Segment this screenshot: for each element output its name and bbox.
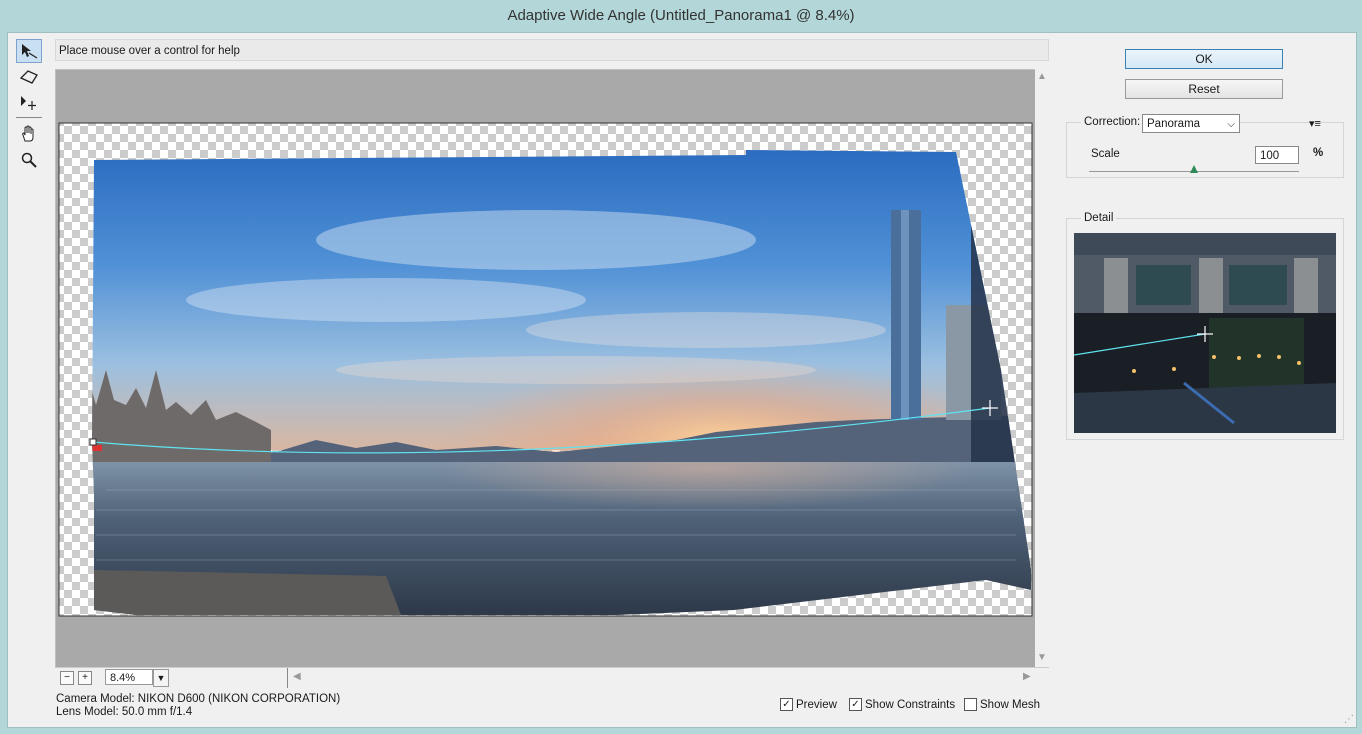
zoom-in-button[interactable]: + bbox=[78, 671, 92, 685]
camera-model: Camera Model: NIKON D600 (NIKON CORPORAT… bbox=[56, 693, 341, 705]
scroll-down-icon[interactable]: ▼ bbox=[1037, 652, 1047, 663]
detail-group: Detail bbox=[1066, 212, 1344, 440]
panorama-preview[interactable] bbox=[56, 70, 1035, 668]
constraint-tool-icon bbox=[22, 44, 38, 59]
constraint-tool[interactable] bbox=[16, 39, 42, 63]
zoom-tool-icon bbox=[21, 152, 37, 168]
toolbar-separator bbox=[16, 117, 42, 118]
preview-checkbox-row[interactable]: ✓ Preview bbox=[780, 698, 837, 711]
move-tool[interactable] bbox=[16, 91, 42, 115]
scale-slider-thumb[interactable] bbox=[1190, 165, 1198, 173]
show-constraints-checkbox-row[interactable]: ✓ Show Constraints bbox=[849, 698, 955, 711]
panel-menu-icon[interactable]: ▾≡ bbox=[1309, 117, 1321, 130]
scroll-right-icon[interactable]: ▶ bbox=[1023, 671, 1031, 682]
polygon-constraint-tool-icon bbox=[19, 70, 38, 84]
scale-field[interactable]: 100 bbox=[1255, 146, 1299, 164]
show-mesh-label: Show Mesh bbox=[980, 698, 1041, 711]
scroll-up-icon[interactable]: ▲ bbox=[1037, 71, 1047, 82]
image-canvas[interactable] bbox=[55, 69, 1036, 669]
correction-label: Correction: bbox=[1081, 116, 1144, 128]
show-mesh-checkbox-row[interactable]: Show Mesh bbox=[964, 698, 1040, 711]
ok-button[interactable]: OK bbox=[1125, 49, 1283, 69]
preview-checkbox[interactable]: ✓ bbox=[780, 698, 793, 711]
detail-preview bbox=[1074, 233, 1336, 433]
polygon-constraint-tool[interactable] bbox=[16, 65, 42, 89]
detail-image bbox=[1074, 233, 1336, 433]
toolbar bbox=[16, 39, 44, 174]
correction-select[interactable]: Panorama ⌵ bbox=[1142, 114, 1240, 133]
scale-label: Scale bbox=[1091, 148, 1120, 160]
constraint-endpoint-left[interactable] bbox=[89, 438, 97, 446]
show-constraints-checkbox[interactable]: ✓ bbox=[849, 698, 862, 711]
adaptive-wide-angle-dialog: Place mouse over a control for help ▲ ▼ … bbox=[7, 32, 1357, 728]
hand-tool-icon bbox=[22, 125, 34, 142]
zoom-tool[interactable] bbox=[16, 148, 42, 172]
scale-unit: % bbox=[1313, 147, 1324, 159]
hand-tool[interactable] bbox=[16, 122, 42, 146]
help-text: Place mouse over a control for help bbox=[55, 39, 1049, 61]
move-tool-icon bbox=[21, 96, 36, 110]
camera-info: Camera Model: NIKON D600 (NIKON CORPORAT… bbox=[56, 693, 340, 719]
show-constraints-label: Show Constraints bbox=[865, 698, 956, 711]
vertical-scrollbar[interactable]: ▲ ▼ bbox=[1035, 69, 1049, 667]
preview-label: Preview bbox=[796, 698, 837, 711]
reset-button[interactable]: Reset bbox=[1125, 79, 1283, 99]
resize-grip-icon[interactable]: ⋰ bbox=[1344, 714, 1354, 725]
lens-model: Lens Model: 50.0 mm f/1.4 bbox=[56, 706, 193, 718]
zoom-dropdown-icon[interactable]: ▼ bbox=[153, 669, 169, 687]
zoom-level-field[interactable]: 8.4% bbox=[105, 669, 153, 685]
detail-label: Detail bbox=[1081, 212, 1117, 224]
show-mesh-checkbox[interactable] bbox=[964, 698, 977, 711]
correction-value: Panorama bbox=[1147, 118, 1201, 130]
correction-group: Correction: Panorama ⌵ ▾≡ Scale 100 % bbox=[1066, 114, 1344, 178]
scrollbar-divider bbox=[287, 668, 288, 688]
window-title: Adaptive Wide Angle (Untitled_Panorama1 … bbox=[0, 0, 1362, 32]
scroll-left-icon[interactable]: ◀ bbox=[293, 671, 301, 682]
chevron-down-icon: ⌵ bbox=[1227, 119, 1235, 130]
zoom-out-button[interactable]: − bbox=[60, 671, 74, 685]
zoom-bar: − + 8.4% ▼ ◀ ▶ bbox=[55, 667, 1049, 688]
